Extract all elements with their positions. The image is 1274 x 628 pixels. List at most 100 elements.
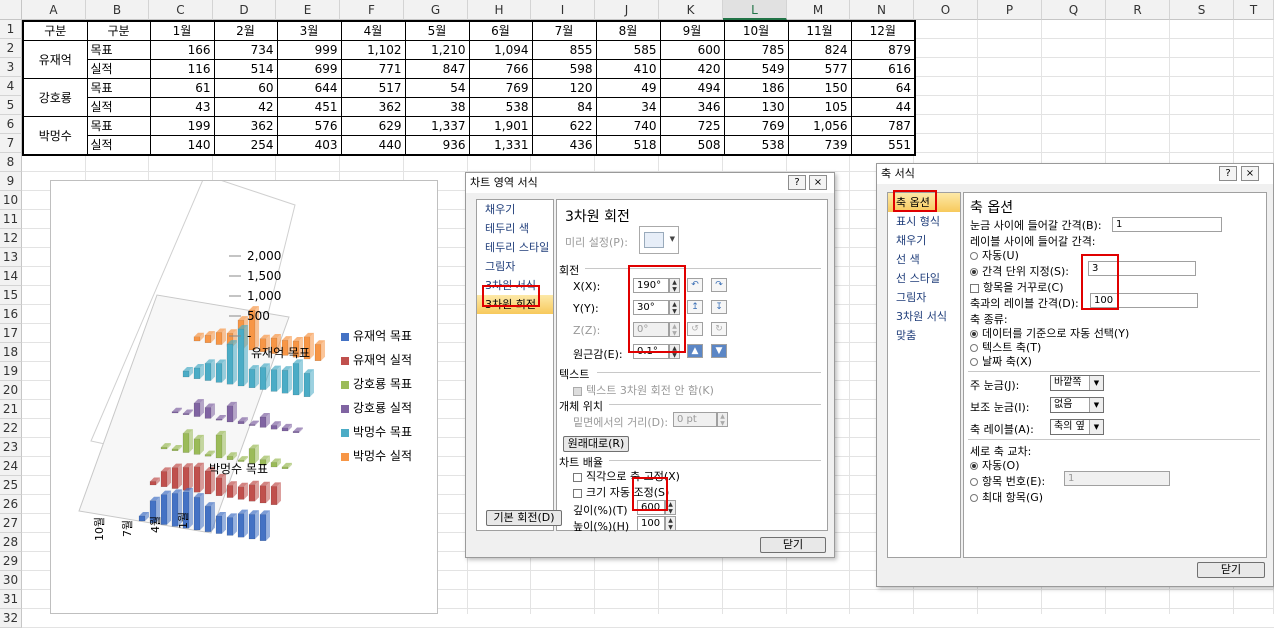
row-header[interactable]: 8: [0, 153, 22, 172]
table-cell[interactable]: 622: [531, 116, 597, 136]
table-cell[interactable]: 771: [340, 59, 406, 79]
table-cell[interactable]: 740: [595, 116, 661, 136]
nav-item[interactable]: 표시 형식: [888, 212, 960, 231]
table-cell[interactable]: 699: [276, 59, 342, 79]
table-cell[interactable]: 787: [850, 116, 916, 136]
category-list[interactable]: 축 옵션 표시 형식 채우기 선 색선 스타일 그림자 3차원 서식 맞춤: [887, 192, 961, 558]
column-header[interactable]: F: [340, 0, 404, 20]
table-cell[interactable]: 105: [787, 97, 852, 117]
nav-item[interactable]: 채우기: [888, 231, 960, 250]
select-all-corner[interactable]: [0, 0, 22, 20]
table-cell[interactable]: 769: [468, 78, 533, 98]
row-header[interactable]: 17: [0, 324, 22, 343]
table-cell[interactable]: 실적: [86, 59, 151, 79]
table-cell[interactable]: 7월: [531, 20, 597, 41]
column-header[interactable]: D: [213, 0, 276, 20]
column-header[interactable]: L: [723, 0, 787, 20]
column-header[interactable]: G: [404, 0, 468, 20]
table-cell[interactable]: 725: [659, 116, 725, 136]
table-cell[interactable]: 1,901: [468, 116, 533, 136]
table-cell[interactable]: 514: [213, 59, 278, 79]
row-header[interactable]: 22: [0, 419, 22, 438]
row-header[interactable]: 29: [0, 552, 22, 571]
table-cell[interactable]: 199: [149, 116, 215, 136]
table-cell[interactable]: 576: [276, 116, 342, 136]
table-cell[interactable]: 1,210: [404, 40, 470, 60]
table-cell[interactable]: 9월: [659, 20, 725, 41]
row-header[interactable]: 4: [0, 77, 22, 96]
major-tick-dropdown[interactable]: 바깥쪽 ▼: [1050, 375, 1104, 391]
table-cell[interactable]: 목표: [86, 116, 151, 136]
table-cell[interactable]: 551: [850, 135, 916, 156]
nav-item[interactable]: 맞춤: [888, 326, 960, 345]
table-cell[interactable]: 목표: [86, 78, 151, 98]
column-header[interactable]: H: [468, 0, 531, 20]
row-header[interactable]: 6: [0, 115, 22, 134]
tick-interval-input[interactable]: 1: [1112, 217, 1222, 232]
reset-button[interactable]: 원래대로(R): [563, 436, 629, 452]
nav-item[interactable]: 그림자: [888, 288, 960, 307]
rotate-up-icon[interactable]: ↥: [687, 300, 703, 314]
row-header[interactable]: 21: [0, 400, 22, 419]
row-header[interactable]: 27: [0, 514, 22, 533]
row-header[interactable]: 14: [0, 267, 22, 286]
table-cell[interactable]: 362: [213, 116, 278, 136]
table-cell[interactable]: 186: [723, 78, 789, 98]
table-cell[interactable]: 1,094: [468, 40, 533, 60]
table-cell[interactable]: 38: [404, 97, 470, 117]
table-cell[interactable]: 346: [659, 97, 725, 117]
row-header[interactable]: 1: [0, 20, 22, 39]
column-header[interactable]: N: [850, 0, 914, 20]
table-cell[interactable]: 구분: [86, 20, 151, 41]
nav-item[interactable]: 그림자: [477, 257, 553, 276]
row-header[interactable]: 16: [0, 305, 22, 324]
column-header[interactable]: R: [1106, 0, 1170, 20]
table-cell[interactable]: 구분: [22, 20, 88, 41]
table-cell[interactable]: 목표: [86, 40, 151, 60]
rotate-down-icon[interactable]: ↧: [711, 300, 727, 314]
label-interval-auto-radio[interactable]: 자동(U): [970, 247, 1019, 263]
nav-item[interactable]: 선 색: [888, 250, 960, 269]
table-cell[interactable]: 150: [787, 78, 852, 98]
table-cell[interactable]: 5월: [404, 20, 470, 41]
close-icon[interactable]: ×: [1241, 166, 1259, 181]
column-header[interactable]: J: [595, 0, 659, 20]
table-cell[interactable]: 451: [276, 97, 342, 117]
column-header[interactable]: M: [787, 0, 850, 20]
nav-item[interactable]: 테두리 스타일: [477, 238, 553, 257]
row-header[interactable]: 32: [0, 609, 22, 628]
close-icon[interactable]: ×: [809, 175, 827, 190]
table-cell[interactable]: 실적: [86, 135, 151, 156]
row-header[interactable]: 10: [0, 191, 22, 210]
table-cell[interactable]: 8월: [595, 20, 661, 41]
table-cell[interactable]: 60: [213, 78, 278, 98]
table-cell[interactable]: 11월: [787, 20, 852, 41]
table-cell[interactable]: 실적: [86, 97, 151, 117]
column-header[interactable]: C: [149, 0, 213, 20]
table-cell[interactable]: 43: [149, 97, 215, 117]
row-header[interactable]: 11: [0, 210, 22, 229]
table-cell[interactable]: 유재억: [22, 40, 88, 79]
table-cell[interactable]: 44: [850, 97, 916, 117]
row-header[interactable]: 9: [0, 172, 22, 191]
table-cell[interactable]: 3월: [276, 20, 342, 41]
table-cell[interactable]: 1,331: [468, 135, 533, 156]
table-cell[interactable]: 49: [595, 78, 661, 98]
table-cell[interactable]: 629: [340, 116, 406, 136]
column-header[interactable]: A: [22, 0, 86, 20]
table-cell[interactable]: 116: [149, 59, 215, 79]
close-button[interactable]: 닫기: [1197, 562, 1265, 578]
default-rotation-button[interactable]: 기본 회전(D): [486, 510, 562, 526]
table-cell[interactable]: 강호룡: [22, 78, 88, 117]
height-input[interactable]: 100: [637, 516, 665, 531]
table-cell[interactable]: 585: [595, 40, 661, 60]
table-cell[interactable]: 734: [213, 40, 278, 60]
table-cell[interactable]: 538: [723, 135, 789, 156]
table-cell[interactable]: 420: [659, 59, 725, 79]
help-icon[interactable]: ?: [788, 175, 806, 190]
widen-field-icon[interactable]: ▼: [711, 344, 727, 358]
table-cell[interactable]: 785: [723, 40, 789, 60]
preset-dropdown[interactable]: ▼: [639, 226, 679, 254]
table-cell[interactable]: 2월: [213, 20, 278, 41]
table-cell[interactable]: 140: [149, 135, 215, 156]
